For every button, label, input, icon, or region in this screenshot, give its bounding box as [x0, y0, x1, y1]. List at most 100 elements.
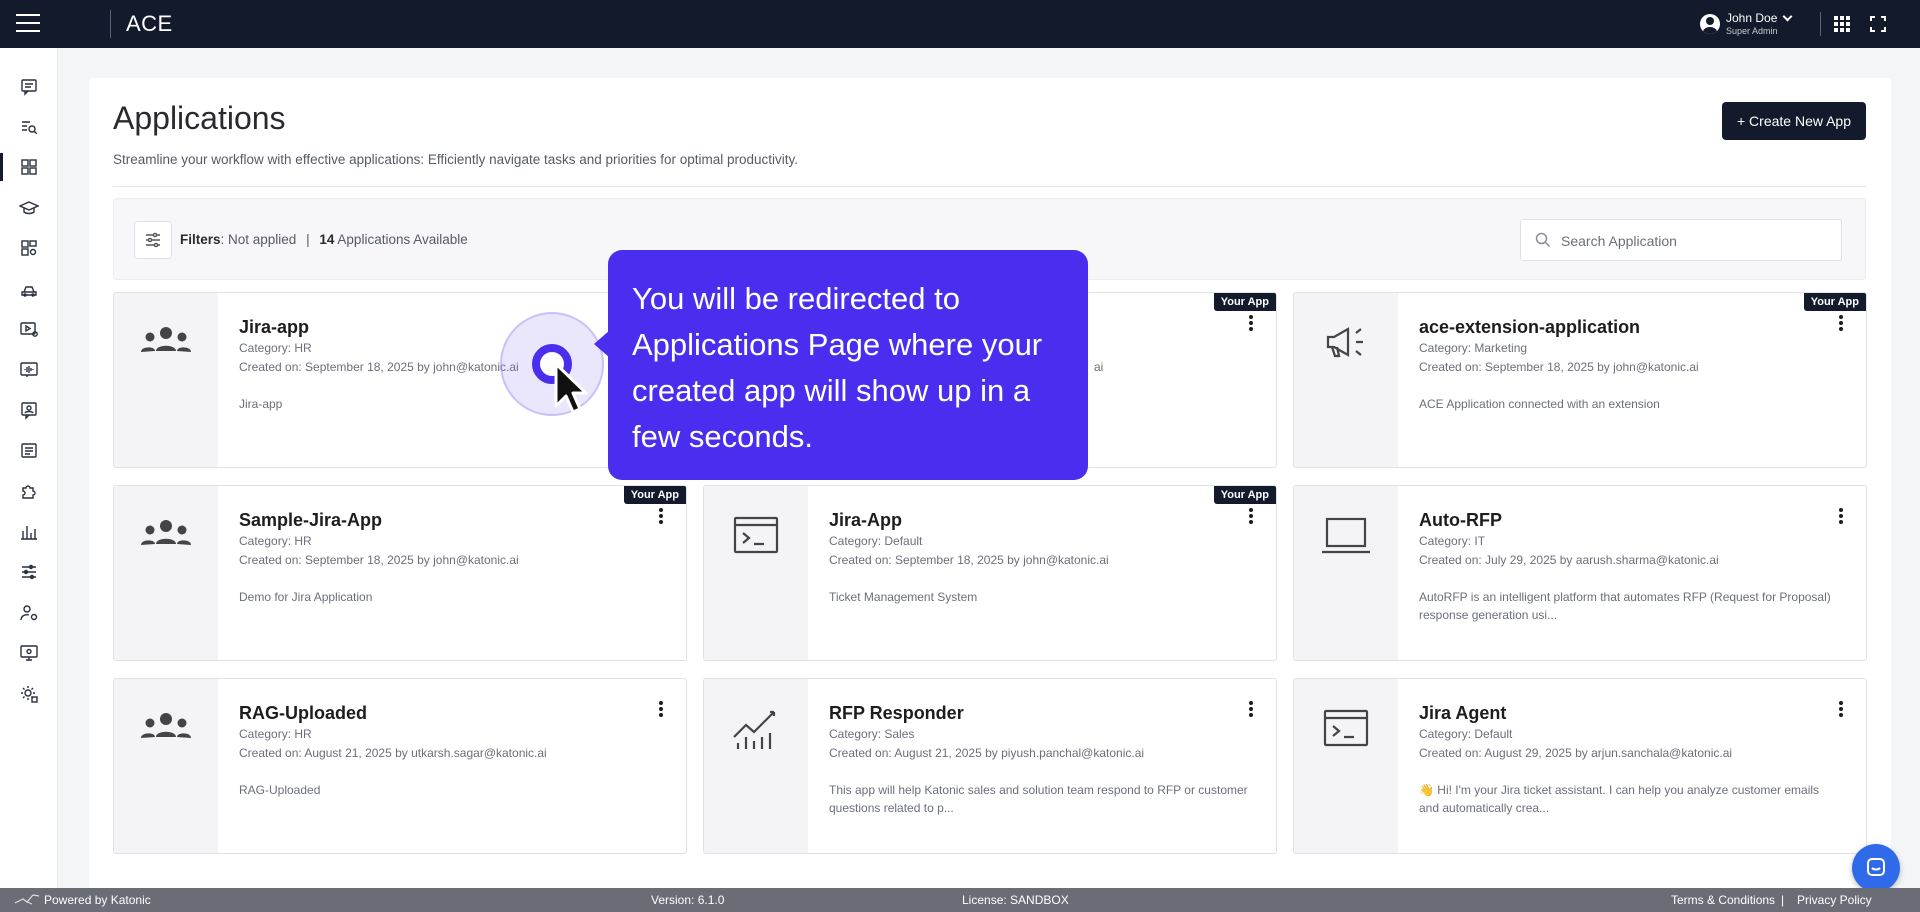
your-app-badge: Your App	[1803, 293, 1866, 311]
sidebar-item-apps-grid[interactable]	[0, 151, 58, 183]
sidebar-item-chat[interactable]	[0, 70, 58, 102]
app-name: RFP Responder	[829, 703, 964, 723]
your-app-badge: Your App	[623, 486, 686, 504]
app-card[interactable]: Jira-App Category: Default Created on: Sep…	[703, 485, 1277, 661]
megaphone-icon	[1326, 327, 1363, 358]
your-app-badge: Your App	[1213, 486, 1276, 504]
sidebar-item-video-settings[interactable]	[0, 313, 58, 345]
sliders-icon	[146, 232, 160, 248]
audio-wave-icon	[20, 361, 38, 377]
filter-label: Filters	[180, 232, 221, 247]
car-icon	[21, 285, 37, 297]
user-menu[interactable]: John Doe Super Admin	[1700, 11, 1793, 36]
sidebar-item-car[interactable]	[0, 273, 58, 305]
app-created: Created on: July 29, 2025 by aarush.shar…	[1419, 553, 1719, 567]
laptop-icon	[1322, 517, 1370, 554]
page-title: Applications	[113, 100, 286, 136]
divider	[113, 186, 1866, 187]
sidebar-item-dashboard-settings[interactable]	[0, 232, 58, 264]
sidebar-item-sliders[interactable]	[0, 556, 58, 588]
katonic-logo-icon	[14, 893, 40, 908]
app-icon-box	[114, 486, 218, 660]
sliders-icon	[22, 564, 36, 580]
more-options-icon[interactable]	[1834, 506, 1848, 526]
sidebar-item-audio-wave[interactable]	[0, 354, 58, 386]
more-options-icon[interactable]	[654, 699, 668, 719]
app-created: Created on: August 29, 2025 by arjun.san…	[1419, 746, 1733, 760]
more-options-icon[interactable]	[1834, 313, 1848, 333]
sidebar-item-graduation-cap[interactable]	[0, 192, 58, 224]
app-created: Created on: September 18, 2025 by john@k…	[829, 553, 1109, 567]
puzzle-icon	[22, 485, 36, 499]
app-card[interactable]: Auto-RFP Category: IT Created on: July 29,…	[1293, 485, 1867, 661]
fullscreen-icon[interactable]	[1870, 16, 1886, 32]
sidebar-item-settings-gear[interactable]	[0, 678, 58, 710]
more-options-icon[interactable]	[1244, 313, 1258, 333]
sidebar-item-puzzle[interactable]	[0, 475, 58, 507]
sidebar-item-monitor[interactable]	[0, 637, 58, 669]
terms-link[interactable]: Terms & Conditions	[1671, 893, 1775, 907]
sidebar-item-search-list[interactable]	[0, 111, 58, 143]
filter-status: : Not applied	[220, 232, 297, 247]
user-name: John Doe	[1726, 11, 1778, 25]
chevron-down-icon	[1782, 11, 1793, 21]
filter-button[interactable]	[134, 221, 172, 259]
user-avatar-icon	[1700, 14, 1720, 34]
app-name: Jira-app	[239, 317, 310, 337]
app-category: Category: Marketing	[1419, 341, 1528, 355]
more-options-icon[interactable]	[1244, 506, 1258, 526]
app-description: Ticket Management System	[829, 590, 978, 604]
app-icon-box	[1294, 679, 1398, 853]
sidebar-item-document-list[interactable]	[0, 435, 58, 467]
tooltip-text: You will be redirected to Applications P…	[632, 281, 1043, 454]
graduation-cap-icon	[19, 200, 39, 214]
app-created: Created on: August 21, 2025 by piyush.pa…	[829, 746, 1145, 760]
settings-gear-icon	[21, 685, 38, 703]
search-input[interactable]	[1561, 230, 1831, 252]
app-name: Jira Agent	[1419, 703, 1507, 723]
more-options-icon[interactable]	[1244, 699, 1258, 719]
app-name: Auto-RFP	[1419, 510, 1502, 530]
app-card[interactable]: Jira Agent Category: Default Created on: A…	[1293, 678, 1867, 854]
app-title: ACE	[126, 11, 173, 36]
app-card[interactable]: RAG-Uploaded Category: HR Created on: Augu…	[113, 678, 687, 854]
app-card[interactable]: ace-extension-application Category: Marke…	[1293, 292, 1867, 468]
app-created: Created on: September 18, 2025 by john@k…	[1419, 360, 1699, 374]
more-options-icon[interactable]	[1834, 699, 1848, 719]
app-category: Category: Default	[829, 534, 923, 548]
app-card[interactable]: RFP Responder Category: Sales Created on: …	[703, 678, 1277, 854]
footer: Powered by Katonic Version: 6.1.0 Licens…	[0, 888, 1920, 912]
app-card[interactable]: Sample-Jira-App Category: HR Created on: S…	[113, 485, 687, 661]
chat-support-button[interactable]	[1852, 844, 1900, 892]
app-launcher-icon[interactable]	[1834, 16, 1850, 32]
search-list-icon	[22, 120, 38, 134]
document-list-icon	[21, 442, 37, 458]
sidebar-item-bar-chart[interactable]	[0, 516, 58, 548]
app-icon-box	[114, 679, 218, 853]
hamburger-menu-icon[interactable]	[16, 14, 40, 34]
license: License: SANDBOX	[962, 893, 1069, 907]
app-category: Category: HR	[239, 534, 312, 548]
sidebar-item-contact-card[interactable]	[0, 394, 58, 426]
app-count-label: Applications Available	[337, 232, 468, 247]
version: Version: 6.1.0	[651, 893, 725, 907]
guide-tooltip: You will be redirected to Applications P…	[594, 250, 1088, 480]
mouse-cursor-icon	[554, 362, 588, 414]
app-description: This app will help Katonic sales and sol…	[829, 783, 1248, 815]
app-description: AutoRFP is an intelligent platform that …	[1419, 590, 1831, 622]
create-new-app-button[interactable]: + Create New App	[1722, 102, 1866, 140]
privacy-link[interactable]: Privacy Policy	[1797, 893, 1872, 907]
main-panel: Applications Streamline your workflow wi…	[89, 78, 1891, 908]
people-group-icon	[141, 327, 191, 352]
line-chart-icon	[733, 710, 776, 749]
app-description: RAG-Uploaded	[239, 783, 321, 797]
terminal-window-icon	[733, 516, 779, 554]
more-options-icon[interactable]	[654, 506, 668, 526]
sidebar-item-user-settings[interactable]	[0, 597, 58, 629]
filter-separator: |	[306, 232, 310, 247]
people-group-icon	[141, 520, 191, 545]
app-name: ace-extension-application	[1419, 317, 1641, 337]
chat-icon	[21, 79, 37, 96]
app-category: Category: Default	[1419, 727, 1513, 741]
app-created: Created on: August 21, 2025 by utkarsh.s…	[239, 746, 547, 760]
